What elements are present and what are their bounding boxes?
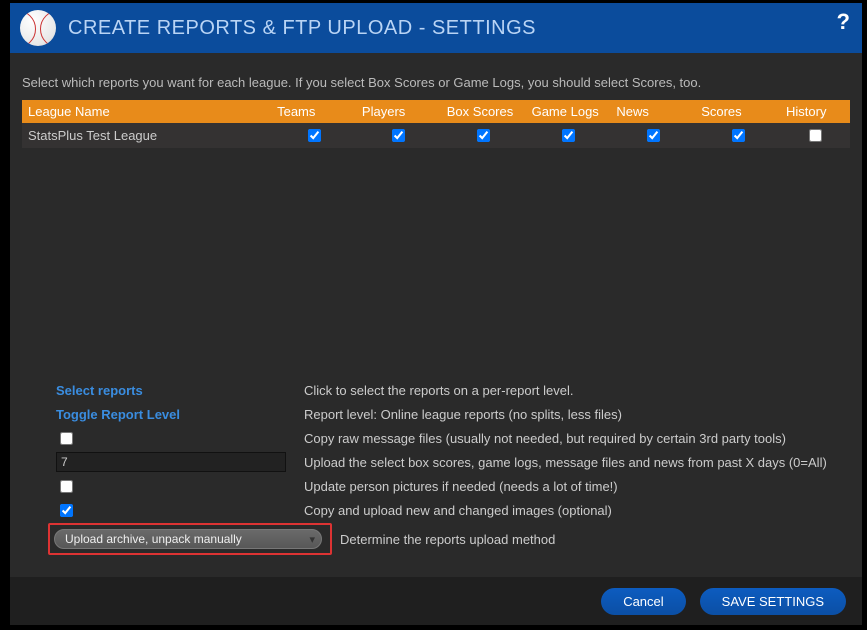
hint-text: Select which reports you want for each l… [22,75,850,90]
dropdown-highlight: Upload archive, unpack manually ▾ [48,523,332,555]
checkbox-update-pics[interactable] [60,480,73,493]
days-input[interactable] [56,452,286,472]
col-teams: Teams [271,100,356,123]
baseball-icon [20,10,56,46]
help-icon[interactable]: ? [837,9,850,35]
days-desc: Upload the select box scores, game logs,… [304,455,827,470]
chevron-down-icon: ▾ [309,533,315,546]
toggle-level-desc: Report level: Online league reports (no … [304,407,622,422]
league-table: League Name Teams Players Box Scores Gam… [22,100,850,148]
col-news: News [610,100,695,123]
checkbox-game[interactable] [562,129,575,142]
dropdown-desc: Determine the reports upload method [340,532,555,547]
checkbox-copy-images[interactable] [60,504,73,517]
select-reports-desc: Click to select the reports on a per-rep… [304,383,574,398]
table-row: StatsPlus Test League [22,123,850,148]
settings-window: CREATE REPORTS & FTP UPLOAD - SETTINGS ?… [10,3,862,625]
titlebar: CREATE REPORTS & FTP UPLOAD - SETTINGS ? [10,3,862,53]
footer: Cancel SAVE SETTINGS [10,577,862,625]
dropdown-value: Upload archive, unpack manually [65,532,242,546]
col-league: League Name [22,100,271,123]
checkbox-players[interactable] [392,129,405,142]
update-pics-desc: Update person pictures if needed (needs … [304,479,618,494]
select-reports-link[interactable]: Select reports [56,383,143,398]
col-game: Game Logs [526,100,611,123]
table-header-row: League Name Teams Players Box Scores Gam… [22,100,850,123]
checkbox-teams[interactable] [308,129,321,142]
col-history: History [780,100,850,123]
col-scores: Scores [695,100,780,123]
col-players: Players [356,100,441,123]
window-title: CREATE REPORTS & FTP UPLOAD - SETTINGS [68,17,536,40]
col-box: Box Scores [441,100,526,123]
checkbox-news[interactable] [647,129,660,142]
cancel-button[interactable]: Cancel [601,588,685,615]
copy-raw-desc: Copy raw message files (usually not need… [304,431,786,446]
cell-league: StatsPlus Test League [22,123,271,148]
checkbox-scores[interactable] [732,129,745,142]
content-area: Select which reports you want for each l… [10,53,862,577]
copy-images-desc: Copy and upload new and changed images (… [304,503,612,518]
checkbox-box[interactable] [477,129,490,142]
options-panel: Select reports Click to select the repor… [22,379,850,565]
upload-method-dropdown[interactable]: Upload archive, unpack manually ▾ [54,529,322,549]
toggle-level-link[interactable]: Toggle Report Level [56,407,180,422]
checkbox-history[interactable] [809,129,822,142]
checkbox-copy-raw[interactable] [60,432,73,445]
save-button[interactable]: SAVE SETTINGS [700,588,846,615]
